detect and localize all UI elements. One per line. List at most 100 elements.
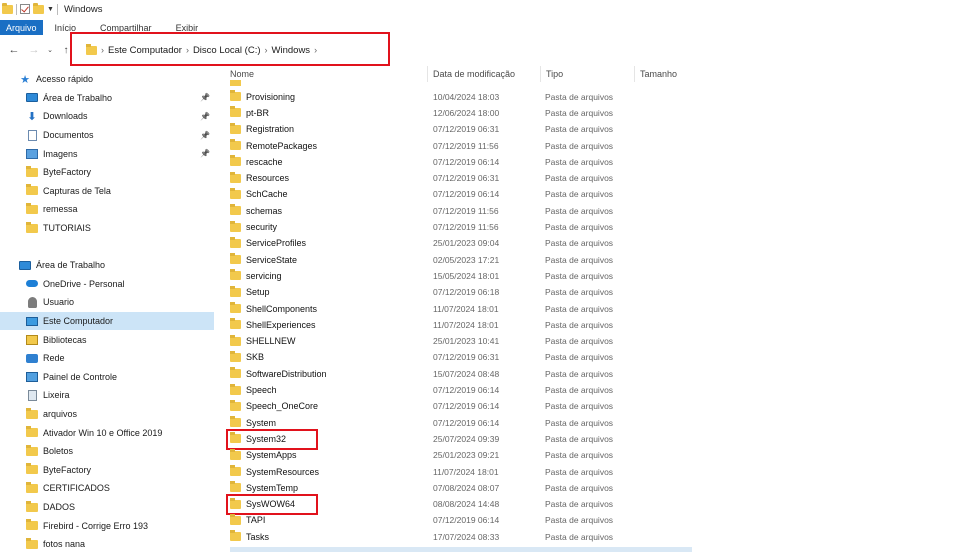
nav-item-label: arquivos <box>43 409 78 420</box>
file-name-cell[interactable]: Speech <box>230 383 430 395</box>
file-row[interactable]: Registration 07/12/2019 06:31 Pasta de arq… <box>230 121 692 137</box>
file-name-cell[interactable]: rescache <box>230 155 430 167</box>
nav-item[interactable]: Capturas de Tela <box>0 182 214 201</box>
file-name-cell[interactable]: SystemResources <box>230 465 430 477</box>
folder-icon <box>230 204 241 216</box>
file-name-cell[interactable]: RemotePackages <box>230 139 430 151</box>
column-header-type[interactable]: Tipo <box>546 67 563 81</box>
nav-item[interactable]: Área de Trabalho 📌 <box>0 89 214 108</box>
new-folder-icon[interactable] <box>33 2 44 14</box>
nav-item[interactable]: Ativador Win 10 e Office 2019 <box>0 423 214 442</box>
nav-item[interactable]: CERTIFICADOS <box>0 479 214 498</box>
file-row[interactable]: security 07/12/2019 11:56 Pasta de arquivo… <box>230 219 692 235</box>
file-row[interactable]: ServiceProfiles 25/01/2023 09:04 Pasta de … <box>230 235 692 251</box>
file-row[interactable]: Speech 07/12/2019 06:14 Pasta de arquivos <box>230 382 692 398</box>
file-row-partial[interactable] <box>230 80 692 86</box>
nav-item[interactable]: Bibliotecas <box>0 330 214 349</box>
file-row[interactable]: Speech_OneCore 07/12/2019 06:14 Pasta de a… <box>230 398 692 414</box>
file-row[interactable]: Tasks 17/07/2024 08:33 Pasta de arquivos <box>230 529 692 545</box>
file-name-cell[interactable]: Provisioning <box>230 90 430 102</box>
nav-item[interactable]: ByteFactory <box>0 163 214 182</box>
file-name-cell[interactable]: SHELLNEW <box>230 334 430 346</box>
file-name-cell[interactable]: SystemTemp <box>230 481 430 493</box>
file-name-cell[interactable]: SystemApps <box>230 448 430 460</box>
file-name-cell[interactable]: ServiceState <box>230 253 430 265</box>
nav-item[interactable]: Imagens 📌 <box>0 144 214 163</box>
file-row[interactable]: SKB 07/12/2019 06:31 Pasta de arquivos <box>230 349 692 365</box>
nav-item[interactable]: Usuario <box>0 293 214 312</box>
customize-toolbar-icon[interactable]: ▼ <box>47 6 54 13</box>
column-header-size[interactable]: Tamanho <box>640 67 677 81</box>
file-date: 15/05/2024 18:01 <box>433 270 500 281</box>
file-name-cell[interactable]: ShellComponents <box>230 302 430 314</box>
nav-item[interactable]: ByteFactory <box>0 461 214 480</box>
nav-item[interactable]: Documentos 📌 <box>0 126 214 145</box>
file-row[interactable]: Resources 07/12/2019 06:31 Pasta de arquiv… <box>230 170 692 186</box>
forward-arrow-icon[interactable]: → <box>24 44 44 56</box>
folder-icon[interactable] <box>2 2 13 14</box>
pin-icon[interactable]: 📌 <box>200 149 210 158</box>
file-name-cell[interactable]: Registration <box>230 122 430 134</box>
pin-icon[interactable]: 📌 <box>200 112 210 121</box>
pin-icon[interactable]: 📌 <box>200 131 210 140</box>
file-name-cell[interactable]: SchCache <box>230 187 430 199</box>
nav-item[interactable]: Área de Trabalho <box>0 256 214 275</box>
file-row[interactable]: SystemResources 11/07/2024 18:01 Pasta de … <box>230 463 692 479</box>
nav-item[interactable]: arquivos <box>0 405 214 424</box>
nav-item[interactable]: DADOS <box>0 498 214 517</box>
nav-item[interactable]: Boletos <box>0 442 214 461</box>
file-row[interactable]: RemotePackages 07/12/2019 11:56 Pasta de a… <box>230 137 692 153</box>
file-row[interactable]: SchCache 07/12/2019 06:14 Pasta de arquivo… <box>230 186 692 202</box>
file-name-cell[interactable]: Tasks <box>230 530 430 542</box>
file-row[interactable]: SHELLNEW 25/01/2023 10:41 Pasta de arquivo… <box>230 333 692 349</box>
file-name-cell[interactable]: TAPI <box>230 513 430 525</box>
nav-item[interactable]: Lixeira <box>0 386 214 405</box>
selected-row-partial[interactable] <box>230 547 692 552</box>
file-row[interactable]: rescache 07/12/2019 06:14 Pasta de arquivo… <box>230 154 692 170</box>
file-row[interactable]: ServiceState 02/05/2023 17:21 Pasta de arq… <box>230 252 692 268</box>
nav-item[interactable]: Painel de Controle <box>0 368 214 387</box>
nav-item[interactable]: ⬇ Downloads 📌 <box>0 107 214 126</box>
back-arrow-icon[interactable]: ← <box>4 44 24 56</box>
file-row[interactable]: SystemApps 25/01/2023 09:21 Pasta de arqui… <box>230 447 692 463</box>
pin-icon[interactable]: 📌 <box>200 93 210 102</box>
nav-item[interactable]: fotos nana <box>0 535 214 552</box>
file-name-cell[interactable]: ShellExperiences <box>230 318 430 330</box>
file-row[interactable]: schemas 07/12/2019 11:56 Pasta de arquivos <box>230 203 692 219</box>
file-row[interactable]: ShellExperiences 11/07/2024 18:01 Pasta de… <box>230 317 692 333</box>
nav-item[interactable]: OneDrive - Personal <box>0 275 214 294</box>
properties-icon[interactable] <box>20 4 30 14</box>
nav-item[interactable]: Firebird - Corrige Erro 193 <box>0 516 214 535</box>
nav-item[interactable]: Este Computador <box>0 311 214 331</box>
file-name-cell[interactable]: Setup <box>230 285 430 297</box>
file-name-cell[interactable]: security <box>230 220 430 232</box>
column-header-date[interactable]: Data de modificação <box>433 67 515 81</box>
nav-item[interactable]: ★ Acesso rápido <box>0 70 214 89</box>
nav-item-label: fotos nana <box>43 539 86 550</box>
file-row[interactable]: Provisioning 10/04/2024 18:03 Pasta de arq… <box>230 89 692 105</box>
file-name-cell[interactable]: Resources <box>230 171 430 183</box>
file-row[interactable]: Setup 07/12/2019 06:18 Pasta de arquivos <box>230 284 692 300</box>
ribbon-tab-0[interactable]: Arquivo <box>0 20 43 35</box>
file-name-cell[interactable]: SKB <box>230 350 430 362</box>
file-name-cell[interactable]: servicing <box>230 269 430 281</box>
nav-item[interactable]: Rede <box>0 349 214 368</box>
file-name: System <box>246 417 277 428</box>
nav-item[interactable]: remessa <box>0 200 214 219</box>
file-date: 07/12/2019 06:14 <box>433 401 500 412</box>
file-name-cell[interactable]: SoftwareDistribution <box>230 367 430 379</box>
file-name-cell[interactable]: schemas <box>230 204 430 216</box>
file-name-cell[interactable]: Speech_OneCore <box>230 399 430 411</box>
file-type: Pasta de arquivos <box>545 270 614 281</box>
file-name-cell[interactable]: System <box>230 416 430 428</box>
column-header-name[interactable]: Nome <box>230 67 254 81</box>
file-row[interactable]: servicing 15/05/2024 18:01 Pasta de arquiv… <box>230 268 692 284</box>
file-name-cell[interactable]: pt-BR <box>230 106 430 118</box>
recent-locations-icon[interactable]: ⌄ <box>44 46 56 54</box>
file-row[interactable]: SoftwareDistribution 15/07/2024 08:48 Past… <box>230 366 692 382</box>
file-name-cell[interactable]: ServiceProfiles <box>230 236 430 248</box>
file-row[interactable]: TAPI 07/12/2019 06:14 Pasta de arquivos <box>230 512 692 528</box>
nav-item[interactable]: TUTORIAIS <box>0 219 214 238</box>
file-row[interactable]: ShellComponents 11/07/2024 18:01 Pasta de … <box>230 300 692 316</box>
file-row[interactable]: pt-BR 12/06/2024 18:00 Pasta de arquivos <box>230 105 692 121</box>
